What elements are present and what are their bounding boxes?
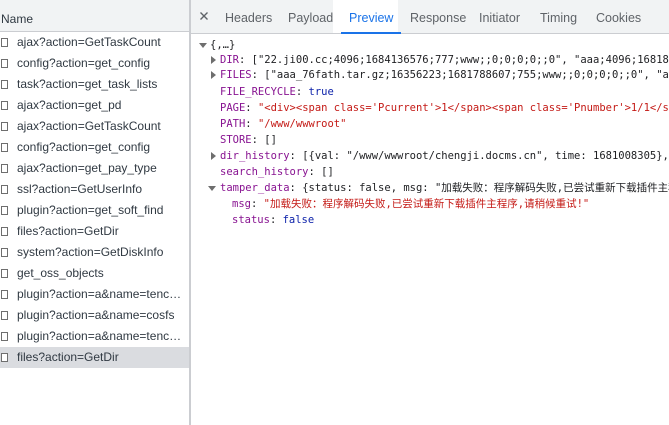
request-row[interactable]: get_oss_objects bbox=[0, 263, 189, 284]
request-row[interactable]: files?action=GetDir bbox=[0, 347, 189, 368]
page-value: "<div><span class='Pcurrent'>1</span><sp… bbox=[257, 102, 669, 114]
document-icon bbox=[1, 353, 8, 362]
details-tabbar: Headers Payload Preview Response Initiat… bbox=[191, 0, 669, 34]
document-icon bbox=[1, 332, 8, 341]
msg-key: msg bbox=[232, 198, 251, 210]
close-icon[interactable] bbox=[197, 9, 211, 23]
request-name: config?action=get_config bbox=[17, 140, 151, 154]
request-name: files?action=GetDir bbox=[17, 224, 119, 238]
file-recycle-value: true bbox=[308, 86, 334, 98]
root-summary: {,…} bbox=[210, 39, 236, 51]
request-row[interactable]: config?action=get_config bbox=[0, 53, 189, 74]
tab-cookies[interactable]: Cookies bbox=[595, 0, 642, 33]
expand-right-icon[interactable] bbox=[211, 71, 216, 79]
document-icon bbox=[1, 185, 8, 194]
tab-initiator[interactable]: Initiator bbox=[478, 0, 521, 33]
request-row[interactable]: system?action=GetDiskInfo bbox=[0, 242, 189, 263]
document-icon bbox=[1, 59, 8, 68]
tab-payload[interactable]: Payload bbox=[287, 0, 334, 33]
tab-headers[interactable]: Headers bbox=[224, 0, 273, 33]
expand-down-icon[interactable] bbox=[208, 186, 216, 191]
document-icon bbox=[1, 164, 8, 173]
document-icon bbox=[1, 101, 8, 110]
document-icon bbox=[1, 122, 8, 131]
tab-response[interactable]: Response bbox=[409, 0, 467, 33]
path-key: PATH bbox=[220, 118, 246, 130]
request-name: plugin?action=a&name=tencent_cos bbox=[17, 329, 185, 343]
path-value: "/www/wwwroot" bbox=[257, 118, 347, 130]
document-icon bbox=[1, 143, 8, 152]
request-name: task?action=get_task_lists bbox=[17, 77, 158, 91]
dir-key: DIR bbox=[220, 54, 239, 66]
request-row[interactable]: plugin?action=get_soft_find bbox=[0, 200, 189, 221]
document-icon bbox=[1, 290, 8, 299]
document-icon bbox=[1, 80, 8, 89]
dir-history-key: dir_history bbox=[220, 150, 290, 162]
document-icon bbox=[1, 248, 8, 257]
tree-row-file-recycle: FILE_RECYCLE: true bbox=[220, 86, 334, 98]
request-details-panel: Headers Payload Preview Response Initiat… bbox=[191, 0, 669, 425]
request-row[interactable]: files?action=GetDir bbox=[0, 221, 189, 242]
request-row[interactable]: ajax?action=get_pay_type bbox=[0, 158, 189, 179]
request-row[interactable]: ajax?action=GetTaskCount bbox=[0, 32, 189, 53]
files-key: FILES bbox=[220, 69, 252, 81]
document-icon bbox=[1, 206, 8, 215]
request-row[interactable]: plugin?action=a&name=tencent_cos bbox=[0, 284, 189, 305]
files-value: ["aaa_76fath.tar.gz;16356223;1681788607;… bbox=[264, 69, 669, 81]
expand-right-icon[interactable] bbox=[211, 56, 216, 64]
name-column-header[interactable]: Name bbox=[0, 0, 189, 32]
tree-row-store: STORE: [] bbox=[220, 134, 277, 146]
expand-right-icon[interactable] bbox=[211, 152, 216, 160]
request-name: ajax?action=get_pay_type bbox=[17, 161, 157, 175]
document-icon bbox=[1, 38, 8, 47]
request-row[interactable]: task?action=get_task_lists bbox=[0, 74, 189, 95]
document-icon bbox=[1, 227, 8, 236]
store-value: [] bbox=[264, 134, 277, 146]
request-name: system?action=GetDiskInfo bbox=[17, 245, 164, 259]
json-preview-tree: {,…} DIR: ["22.ji00.cc;4096;1684136576;7… bbox=[191, 34, 669, 425]
search-history-value: [] bbox=[321, 166, 334, 178]
document-icon bbox=[1, 311, 8, 320]
request-row[interactable]: ajax?action=get_pd bbox=[0, 95, 189, 116]
request-name: plugin?action=a&name=tencent_cos bbox=[17, 287, 185, 301]
expand-down-icon[interactable] bbox=[199, 43, 207, 48]
request-list: ajax?action=GetTaskCount config?action=ge… bbox=[0, 32, 189, 368]
request-row[interactable]: ajax?action=GetTaskCount bbox=[0, 116, 189, 137]
request-name: config?action=get_config bbox=[17, 56, 151, 70]
request-row[interactable]: plugin?action=a&name=cosfs bbox=[0, 305, 189, 326]
tamper-value: {status: false, msg: "加载失败：程序解码失败,已尝试重新下… bbox=[302, 182, 669, 194]
request-row[interactable]: ssl?action=GetUserInfo bbox=[0, 179, 189, 200]
tree-row-msg: msg: "加载失败：程序解码失败,已尝试重新下载插件主程序,请稍候重试!" bbox=[232, 198, 590, 210]
request-name: ssl?action=GetUserInfo bbox=[17, 182, 143, 196]
request-name: get_oss_objects bbox=[17, 266, 104, 280]
request-name: ajax?action=get_pd bbox=[17, 98, 122, 112]
document-icon bbox=[1, 269, 8, 278]
request-list-panel: Name ajax?action=GetTaskCount config?acti… bbox=[0, 0, 189, 425]
tab-timing[interactable]: Timing bbox=[539, 0, 578, 33]
tab-preview[interactable]: Preview bbox=[340, 0, 403, 34]
request-row[interactable]: config?action=get_config bbox=[0, 137, 189, 158]
search-history-key: search_history bbox=[220, 166, 309, 178]
store-key: STORE bbox=[220, 134, 252, 146]
tree-row-page: PAGE: "<div><span class='Pcurrent'>1</sp… bbox=[220, 101, 669, 116]
status-value: false bbox=[282, 214, 315, 226]
request-name: plugin?action=a&name=cosfs bbox=[17, 308, 175, 322]
tree-row-status: status: false bbox=[232, 214, 315, 226]
status-key: status bbox=[232, 214, 270, 226]
dir-value: ["22.ji00.cc;4096;1684136576;777;www;;0;… bbox=[251, 54, 669, 66]
request-row[interactable]: plugin?action=a&name=tencent_cos bbox=[0, 326, 189, 347]
tree-row-path: PATH: "/www/wwwroot" bbox=[220, 118, 347, 130]
tamper-key: tamper_data bbox=[220, 182, 290, 194]
file-recycle-key: FILE_RECYCLE bbox=[220, 86, 296, 98]
request-name: ajax?action=GetTaskCount bbox=[17, 35, 161, 49]
request-name: ajax?action=GetTaskCount bbox=[17, 119, 161, 133]
msg-value: "加载失败：程序解码失败,已尝试重新下载插件主程序,请稍候重试!" bbox=[263, 198, 590, 210]
page-key: PAGE bbox=[220, 102, 246, 114]
request-name: plugin?action=get_soft_find bbox=[17, 203, 164, 217]
dir-history-value: [{val: "/www/wwwroot/chengji.docms.cn", … bbox=[302, 150, 669, 162]
tree-row-search-history: search_history: [] bbox=[220, 166, 334, 178]
request-name: files?action=GetDir bbox=[17, 350, 119, 364]
